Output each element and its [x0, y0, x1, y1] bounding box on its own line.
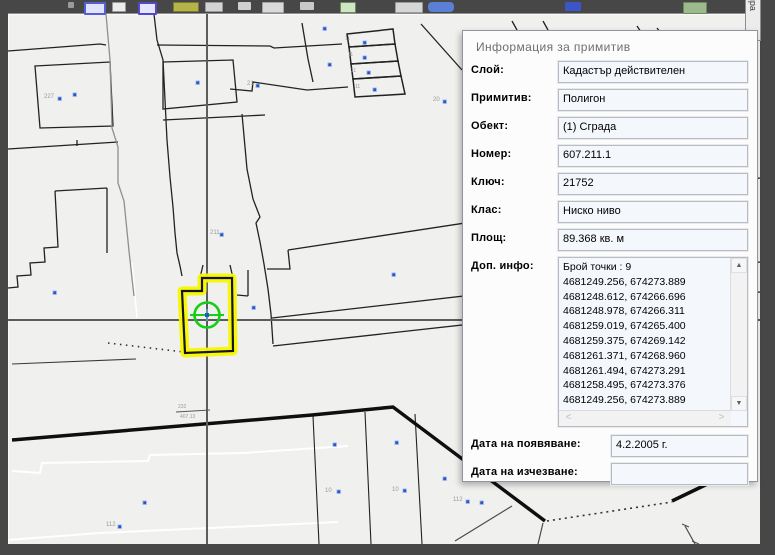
scroll-left-icon[interactable]: < [561, 411, 576, 426]
date-disappear-field[interactable] [611, 463, 748, 485]
docked-panel-tab-label: пра [748, 0, 758, 30]
map-point [443, 100, 446, 103]
field-label: Дата на появяване: [471, 435, 611, 450]
field-row-area: Площ: 89.368 кв. м [471, 229, 748, 251]
field-row-primitive: Примитив: Полигон [471, 89, 748, 111]
key-field[interactable]: 21752 [558, 173, 748, 195]
toolbar-icon-fragment[interactable] [565, 2, 581, 11]
map-point [337, 490, 340, 493]
toolbar-icon-fragment[interactable] [138, 2, 157, 15]
map-point [323, 27, 326, 30]
field-row-object: Обект: (1) Сграда [471, 117, 748, 139]
toolbar-icon-fragment[interactable] [84, 2, 106, 15]
toolbar-icon-fragment[interactable] [68, 2, 74, 8]
layer-field[interactable]: Кадастър действителен [558, 61, 748, 83]
panel-title: Информация за примитив [463, 31, 757, 61]
scroll-right-icon[interactable]: > [714, 411, 729, 426]
field-row-key: Ключ: 21752 [471, 173, 748, 195]
point-label: 112 [453, 497, 463, 503]
map-point [58, 97, 61, 100]
point-label: 21 [247, 81, 254, 87]
toolbar-icon-fragment[interactable] [300, 2, 314, 10]
number-field[interactable]: 607.211.1 [558, 145, 748, 167]
map-point-labels: 227 211 21 20 112 112 10 10 232 407.13 1… [44, 36, 463, 528]
point-label: 211 [210, 230, 220, 236]
application-window: 227 211 21 20 112 112 10 10 232 407.13 1… [0, 0, 775, 555]
toolbar-sliver [0, 0, 775, 13]
point-label: 10 [325, 488, 332, 494]
field-label: Номер: [471, 145, 558, 160]
map-point [443, 477, 446, 480]
map-point [367, 71, 370, 74]
toolbar-icon-fragment[interactable] [238, 2, 251, 10]
map-point [403, 489, 406, 492]
field-row-number: Номер: 607.211.1 [471, 145, 748, 167]
map-point [220, 233, 223, 236]
point-label: 11 [351, 68, 356, 74]
horizontal-scrollbar[interactable]: < > [559, 410, 731, 426]
scroll-down-icon[interactable]: ▼ [731, 396, 747, 411]
field-row-class: Клас: Ниско ниво [471, 201, 748, 223]
map-road-lines [8, 263, 348, 540]
field-label: Площ: [471, 229, 558, 244]
map-point [196, 81, 199, 84]
point-label: 232 [178, 404, 187, 410]
map-point [328, 63, 331, 66]
map-point [395, 441, 398, 444]
field-label: Ключ: [471, 173, 558, 188]
map-point [373, 88, 376, 91]
map-points [53, 27, 483, 528]
toolbar-icon-fragment[interactable] [683, 2, 707, 14]
point-label: 227 [44, 94, 55, 100]
map-point [256, 84, 259, 87]
date-appear-field[interactable]: 4.2.2005 г. [611, 435, 748, 457]
info-panel: Информация за примитив Слой: Кадастър де… [462, 30, 758, 482]
toolbar-icon-fragment[interactable] [428, 2, 454, 12]
field-row-date-appear: Дата на появяване: 4.2.2005 г. [471, 435, 748, 457]
map-point [53, 291, 56, 294]
point-label: 10 [392, 487, 399, 493]
point-label: 11 [355, 84, 360, 90]
scroll-up-icon[interactable]: ▲ [731, 258, 747, 273]
coordinate-list: Брой точки : 9 4681249.256, 674273.889 4… [563, 260, 713, 410]
area-field[interactable]: 89.368 кв. м [558, 229, 748, 251]
map-point [363, 41, 366, 44]
field-label: Дата на изчезване: [471, 463, 611, 478]
toolbar-icon-fragment[interactable] [395, 2, 423, 13]
toolbar-icon-fragment[interactable] [112, 2, 126, 12]
field-row-date-disappear: Дата на изчезване: [471, 463, 748, 485]
map-point [333, 443, 336, 446]
toolbar-icon-fragment[interactable] [205, 2, 223, 12]
field-label: Доп. инфо: [471, 257, 558, 272]
map-point [73, 93, 76, 96]
primitive-field[interactable]: Полигон [558, 89, 748, 111]
field-label: Обект: [471, 117, 558, 132]
toolbar-icon-fragment[interactable] [262, 2, 284, 13]
point-label: 11 [345, 36, 350, 42]
point-label: 11 [348, 52, 353, 58]
toolbar-icon-fragment[interactable] [173, 2, 199, 12]
vertical-scrollbar[interactable]: ▲ ▼ [730, 258, 747, 411]
map-point [363, 56, 366, 59]
map-point [252, 306, 255, 309]
field-label: Слой: [471, 61, 558, 76]
point-label: 112 [106, 522, 116, 528]
field-row-extra-info: Доп. инфо: Брой точки : 9 4681249.256, 6… [471, 257, 748, 427]
field-row-layer: Слой: Кадастър действителен [471, 61, 748, 83]
field-label: Клас: [471, 201, 558, 216]
map-point [392, 273, 395, 276]
point-label: 407.13 [180, 414, 196, 420]
field-label: Примитив: [471, 89, 558, 104]
toolbar-icon-fragment[interactable] [340, 2, 356, 13]
class-field[interactable]: Ниско ниво [558, 201, 748, 223]
map-point [480, 501, 483, 504]
object-field[interactable]: (1) Сграда [558, 117, 748, 139]
extra-info-box[interactable]: Брой точки : 9 4681249.256, 674273.889 4… [558, 257, 748, 427]
map-point [143, 501, 146, 504]
point-label: 20 [433, 97, 440, 103]
map-point [466, 500, 469, 503]
map-point [118, 525, 121, 528]
